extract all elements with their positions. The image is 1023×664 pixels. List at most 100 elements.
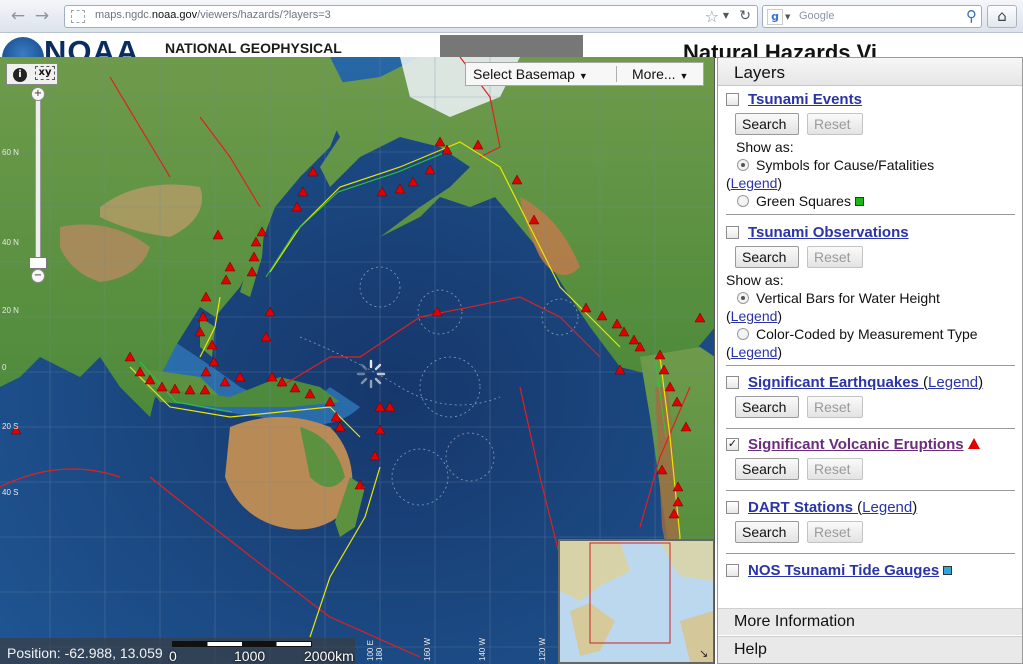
tsunami-events-reset-button[interactable]: Reset xyxy=(807,113,863,135)
button-row: Search Reset xyxy=(726,396,1014,420)
lon-label-140w: 140 W xyxy=(478,637,487,661)
noaa-logo-icon xyxy=(2,37,44,58)
divider xyxy=(726,428,1015,429)
help-section[interactable]: Help xyxy=(718,636,1022,663)
button-row: Search Reset xyxy=(726,113,1014,137)
scale-bar xyxy=(172,641,312,647)
layer-header: Tsunami Events xyxy=(726,91,1014,109)
tsunami-events-checkbox[interactable] xyxy=(726,93,739,106)
lat-label-60n: 60 N xyxy=(2,148,19,157)
layer-dart-stations: DART Stations (Legend) Search Reset xyxy=(726,499,1014,545)
volcanoes-checkbox[interactable]: ✓ xyxy=(726,438,739,451)
layers-panel-title: Layers xyxy=(734,63,786,82)
xy-coordinate-tool[interactable]: xy xyxy=(35,66,55,80)
dart-checkbox[interactable] xyxy=(726,501,739,514)
volcanoes-search-button[interactable]: Search xyxy=(735,458,799,480)
zoom-in-button[interactable]: + xyxy=(31,87,45,101)
tide-gauges-link[interactable]: NOS Tsunami Tide Gauges xyxy=(748,562,939,579)
tsunami-events-option-symbols[interactable]: Symbols for Cause/Fatalities xyxy=(726,157,1014,175)
lon-label-120w: 120 W xyxy=(538,637,547,661)
more-information-section[interactable]: More Information xyxy=(718,608,1022,635)
layers-panel-header[interactable]: Layers xyxy=(718,58,1022,86)
green-square-icon xyxy=(854,197,864,206)
tsunami-observations-reset-button[interactable]: Reset xyxy=(807,246,863,268)
zoom-out-button[interactable]: − xyxy=(31,269,45,283)
reload-icon[interactable]: ↻ xyxy=(739,8,751,24)
chevron-down-icon: ▼ xyxy=(578,71,588,81)
org-name: NATIONAL GEOPHYSICAL xyxy=(165,40,342,56)
back-icon[interactable]: ← xyxy=(8,6,28,26)
earthquakes-reset-button[interactable]: Reset xyxy=(807,396,863,418)
tsunami-observations-search-button[interactable]: Search xyxy=(735,246,799,268)
divider xyxy=(726,553,1015,554)
dart-reset-button[interactable]: Reset xyxy=(807,521,863,543)
show-as-label: Show as: xyxy=(736,139,794,155)
layer-tsunami-events: Tsunami Events Search Reset Show as: Sym… xyxy=(726,91,1014,211)
divider xyxy=(726,490,1015,491)
help-label: Help xyxy=(734,641,767,658)
earthquakes-legend-link[interactable]: Legend xyxy=(928,374,978,391)
tsunami-events-option-green[interactable]: Green Squares xyxy=(726,193,1014,211)
bookmark-star-icon[interactable]: ☆ xyxy=(705,7,719,26)
scale-label-2000: 2000km xyxy=(304,648,354,664)
dart-link[interactable]: DART Stations xyxy=(748,499,853,516)
dart-search-button[interactable]: Search xyxy=(735,521,799,543)
scale-label-0: 0 xyxy=(169,648,177,664)
url-text[interactable]: maps.ngdc.noaa.gov/viewers/hazards/?laye… xyxy=(95,9,331,21)
magnifier-icon[interactable]: ⚲ xyxy=(966,7,977,25)
vertical-bars-radio[interactable] xyxy=(737,292,749,304)
identify-tool[interactable]: i xyxy=(10,66,30,82)
browser-toolbar: ← → maps.ngdc.noaa.gov/viewers/hazards/?… xyxy=(0,0,1023,33)
color-coded-radio[interactable] xyxy=(737,328,749,340)
layer-header: Tsunami Observations xyxy=(726,224,1014,242)
divider xyxy=(726,214,1015,215)
map-tools: i xy xyxy=(6,63,58,85)
earthquakes-link[interactable]: Significant Earthquakes xyxy=(748,374,919,391)
dart-legend-link[interactable]: Legend xyxy=(862,499,912,516)
lon-label-180: 180 xyxy=(375,647,384,661)
forward-icon[interactable]: → xyxy=(32,6,52,26)
tsunami-observations-legend-link[interactable]: Legend xyxy=(731,308,778,324)
tsunami-observations-legend-link-2[interactable]: Legend xyxy=(731,344,778,360)
tsunami-observations-option-color[interactable]: Color-Coded by Measurement Type xyxy=(726,326,1014,344)
overview-toggle-icon[interactable]: ↘ xyxy=(699,648,711,660)
tsunami-observations-link[interactable]: Tsunami Observations xyxy=(748,224,909,241)
layer-header: ✓ Significant Volcanic Eruptions xyxy=(726,436,1014,454)
tsunami-events-legend-link[interactable]: Legend xyxy=(731,175,778,191)
tsunami-events-search-button[interactable]: Search xyxy=(735,113,799,135)
volcanoes-reset-button[interactable]: Reset xyxy=(807,458,863,480)
symbols-radio[interactable] xyxy=(737,159,749,171)
tsunami-events-link[interactable]: Tsunami Events xyxy=(748,91,862,108)
select-basemap-button[interactable]: Select Basemap ▼ xyxy=(473,63,588,85)
map-view[interactable]: 60 N 40 N 20 N 0 20 S 40 S 100 E 180 160… xyxy=(0,57,715,664)
overview-map[interactable]: ↘ xyxy=(558,539,714,664)
layer-header: NOS Tsunami Tide Gauges xyxy=(726,562,1014,580)
page-favicon-icon xyxy=(71,10,85,23)
search-bar[interactable]: g ▼ Google ⚲ xyxy=(762,5,982,28)
red-triangle-icon xyxy=(967,438,980,449)
google-icon[interactable]: g xyxy=(767,9,783,25)
more-button[interactable]: More... ▼ xyxy=(632,63,688,85)
url-bar[interactable]: maps.ngdc.noaa.gov/viewers/hazards/?laye… xyxy=(64,5,758,28)
lat-label-20n: 20 N xyxy=(2,306,19,315)
tsunami-observations-checkbox[interactable] xyxy=(726,226,739,239)
search-placeholder: Google xyxy=(799,10,835,22)
url-dropdown-icon[interactable]: ▼ xyxy=(723,11,729,20)
earthquakes-search-button[interactable]: Search xyxy=(735,396,799,418)
position-readout: Position: -62.988, 13.059 xyxy=(7,645,163,661)
green-squares-radio[interactable] xyxy=(737,195,749,207)
home-icon[interactable]: ⌂ xyxy=(987,5,1017,28)
header-block xyxy=(440,35,583,58)
info-icon: i xyxy=(13,68,27,82)
search-engine-dropdown-icon[interactable]: ▼ xyxy=(785,13,790,21)
zoom-slider[interactable]: + − xyxy=(29,87,47,283)
tsunami-observations-option-bars[interactable]: Vertical Bars for Water Height xyxy=(726,290,1014,308)
zoom-handle[interactable] xyxy=(29,257,47,269)
layer-significant-volcanic-eruptions: ✓ Significant Volcanic Eruptions Search … xyxy=(726,436,1014,482)
volcanoes-link[interactable]: Significant Volcanic Eruptions xyxy=(748,436,964,453)
zoom-track[interactable] xyxy=(35,95,41,275)
earthquakes-checkbox[interactable] xyxy=(726,376,739,389)
button-row: Search Reset xyxy=(726,246,1014,270)
layer-tsunami-observations: Tsunami Observations Search Reset Show a… xyxy=(726,224,1014,362)
tide-gauges-checkbox[interactable] xyxy=(726,564,739,577)
